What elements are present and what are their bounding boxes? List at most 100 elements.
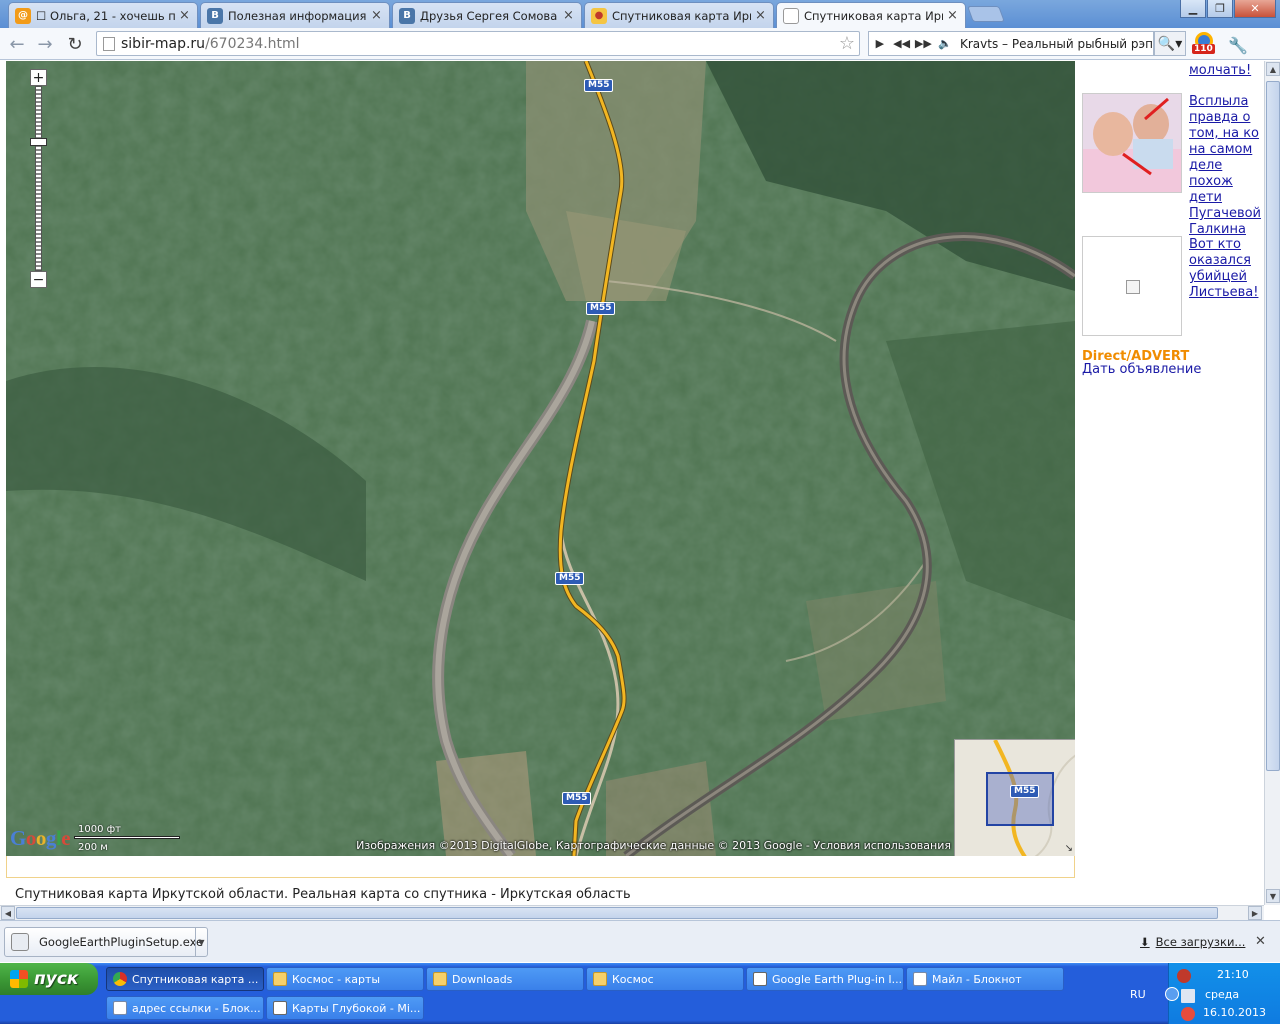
alert-icon[interactable] <box>1181 1007 1195 1021</box>
tab-close-icon[interactable]: × <box>179 9 191 22</box>
speaker-icon[interactable]: 🔈 <box>934 37 956 50</box>
forward-arrow-icon[interactable]: → <box>34 33 56 55</box>
language-indicator[interactable]: RU <box>1130 988 1146 1001</box>
page-icon <box>103 36 115 51</box>
ad-link-2[interactable]: Вот кто оказался убийцей Листьева! <box>1189 237 1258 301</box>
collapse-overview-icon[interactable]: ↘ <box>1065 843 1073 854</box>
download-arrow-icon: ⬇ <box>1140 935 1150 949</box>
overview-viewport-box[interactable] <box>986 772 1054 826</box>
browser-tab-1[interactable]: В Полезная информация × <box>200 2 390 28</box>
folder-icon <box>273 972 287 986</box>
start-button[interactable]: пуск <box>0 963 98 995</box>
installer-file-icon <box>11 933 29 951</box>
browser-toolbar: ← → ↻ sibir-map.ru/670234.html ☆ ▶ ◀◀ ▶▶… <box>0 28 1280 60</box>
map-scale: 1000 фт 200 м <box>74 824 182 853</box>
zoom-in-button[interactable]: + <box>30 69 47 86</box>
clock-date: 16.10.2013 <box>1203 1006 1266 1019</box>
zoom-slider-thumb[interactable] <box>30 138 47 146</box>
tab-close-icon[interactable]: × <box>563 9 575 22</box>
browser-tab-2[interactable]: В Друзья Сергея Сомова | 83 × <box>392 2 582 28</box>
fast-forward-icon[interactable]: ▶▶ <box>913 37 935 50</box>
ad-image-babies[interactable] <box>1082 93 1182 193</box>
song-title: Kravts – Реальный рыбный рэп <box>960 36 1153 51</box>
map-attribution[interactable]: Изображения ©2013 DigitalGlobe, Картогра… <box>356 839 951 852</box>
taskbar-item-chrome[interactable]: Спутниковая карта ... <box>106 967 264 991</box>
scroll-left-arrow-icon[interactable]: ◀ <box>1 906 15 920</box>
close-downloads-icon[interactable]: ✕ <box>1255 934 1266 949</box>
bookmark-star-icon[interactable]: ☆ <box>839 33 855 54</box>
taskbar-item-folder[interactable]: Downloads <box>426 967 584 991</box>
road-shield-m55: M55 <box>1010 785 1040 798</box>
browser-tab-0[interactable]: @ ☐ Ольга, 21 - хочешь позн × <box>8 2 198 28</box>
antivirus-shield-icon[interactable] <box>1177 969 1191 983</box>
close-window-button[interactable]: ✕ <box>1234 0 1276 18</box>
taskbar-item-browser[interactable]: Карты Глубокой - Mi... <box>266 996 424 1020</box>
zoom-slider[interactable] <box>30 86 47 271</box>
notifications-extension[interactable]: 110 <box>1192 32 1218 56</box>
download-filename: GoogleEarthPluginSetup.exe <box>39 935 204 949</box>
play-icon[interactable]: ▶ <box>869 37 891 50</box>
place-ad-link[interactable]: Дать объявление <box>1082 362 1201 377</box>
mail-icon[interactable] <box>1181 989 1195 1003</box>
road-shield-m55: M55 <box>562 792 592 805</box>
clock-time[interactable]: 21:10 <box>1217 968 1249 981</box>
zoom-slider-track[interactable] <box>35 86 42 271</box>
zoom-out-button[interactable]: − <box>30 271 47 288</box>
wrench-menu-icon[interactable]: 🔧 <box>1228 36 1248 55</box>
taskbar-item-notepad[interactable]: адрес ссылки - Блок... <box>106 996 264 1020</box>
vk-icon: В <box>207 7 223 24</box>
vertical-scrollbar[interactable]: ▲ ▼ <box>1264 61 1280 905</box>
tab-title: ☐ Ольга, 21 - хочешь позн <box>36 8 175 23</box>
vertical-scroll-thumb[interactable] <box>1266 81 1280 771</box>
road-shield-m55: M55 <box>586 302 616 315</box>
satellite-map[interactable]: M55 M55 M55 M55 + − Google 1000 фт 200 м… <box>6 61 1075 856</box>
map-frame-bottom <box>6 856 1075 878</box>
address-bar[interactable]: sibir-map.ru/670234.html ☆ <box>96 31 860 56</box>
overview-map[interactable]: M55 ↘ <box>954 739 1075 856</box>
google-maps-icon: ● <box>591 7 607 24</box>
folder-icon <box>593 972 607 986</box>
scroll-right-arrow-icon[interactable]: ▶ <box>1248 906 1262 920</box>
ad-sidebar: молчать! Всплыла правда о том, на ко на … <box>1082 61 1264 391</box>
zoom-control: + − <box>30 69 50 288</box>
windows-taskbar: пуск Спутниковая карта ... Космос - карт… <box>0 963 1280 1024</box>
download-menu-chevron-icon[interactable]: ▼ <box>195 928 207 956</box>
google-earth-icon <box>753 972 767 986</box>
maximize-button[interactable]: ❐ <box>1207 0 1233 18</box>
horizontal-scrollbar[interactable]: ◀ ▶ <box>0 905 1264 920</box>
ad-link-0[interactable]: молчать! <box>1189 63 1251 79</box>
taskbar-item-google-earth[interactable]: Google Earth Plug-in I... <box>746 967 904 991</box>
taskbar-item-folder[interactable]: Космос <box>586 967 744 991</box>
ad-link-1[interactable]: Всплыла правда о том, на ко на самом дел… <box>1189 94 1264 238</box>
browser-tab-3[interactable]: ● Спутниковая карта Иркутс × <box>584 2 774 28</box>
downloads-bar: GoogleEarthPluginSetup.exe ▼ ⬇ Все загруз… <box>0 920 1280 962</box>
taskbar-item-folder[interactable]: Космос - карты <box>266 967 424 991</box>
horizontal-scroll-thumb[interactable] <box>16 907 1218 919</box>
system-tray: 21:10 среда 16.10.2013 <box>1165 963 1280 1024</box>
new-tab-button[interactable] <box>967 6 1005 22</box>
windows-logo-icon <box>10 970 28 988</box>
scroll-up-arrow-icon[interactable]: ▲ <box>1266 62 1280 76</box>
all-downloads-link[interactable]: ⬇ Все загрузки... <box>1140 935 1245 949</box>
download-item[interactable]: GoogleEarthPluginSetup.exe ▼ <box>4 927 208 957</box>
minimize-button[interactable]: ▁ <box>1180 0 1206 18</box>
rewind-icon[interactable]: ◀◀ <box>891 37 913 50</box>
taskbar-item-notepad[interactable]: Майл - Блокнот <box>906 967 1064 991</box>
scroll-down-arrow-icon[interactable]: ▼ <box>1266 889 1280 903</box>
reload-icon[interactable]: ↻ <box>64 33 86 55</box>
google-logo[interactable]: Google <box>10 826 71 851</box>
back-arrow-icon[interactable]: ← <box>6 33 28 55</box>
search-extension-button[interactable]: 🔍▾ <box>1154 31 1186 56</box>
road-shield-m55: M55 <box>584 79 614 92</box>
tab-close-icon[interactable]: × <box>371 9 383 22</box>
show-hidden-icons-chevron[interactable] <box>1165 987 1179 1001</box>
page-icon <box>783 8 799 24</box>
road-shield-m55: M55 <box>555 572 585 585</box>
tab-title: Друзья Сергея Сомова | 83 <box>420 8 559 23</box>
tab-close-icon[interactable]: × <box>755 9 767 22</box>
browser-tab-4-active[interactable]: Спутниковая карта Иркутс × <box>776 2 966 29</box>
tab-title: Полезная информация <box>228 8 367 23</box>
tab-title: Спутниковая карта Иркутс <box>612 8 751 23</box>
ad-image-broken[interactable] <box>1082 236 1182 336</box>
tab-close-icon[interactable]: × <box>947 9 959 22</box>
